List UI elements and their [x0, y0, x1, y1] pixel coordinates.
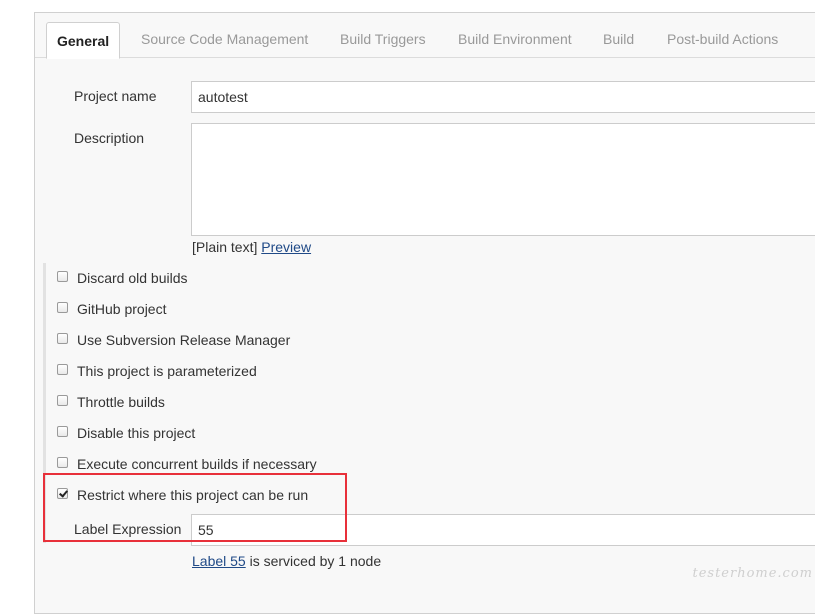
option-subversion-release-manager[interactable]: Use Subversion Release Manager: [57, 330, 290, 350]
project-name-input[interactable]: autotest: [191, 81, 815, 113]
format-note: [Plain text] Preview: [192, 239, 311, 255]
watermark: testerhome.com: [692, 566, 813, 581]
option-label: Use Subversion Release Manager: [77, 332, 291, 348]
label-status-text: is serviced by 1 node: [245, 553, 382, 569]
option-label: Execute concurrent builds if necessary: [77, 456, 317, 472]
github-project-checkbox[interactable]: [57, 301, 68, 313]
tab-build-environment[interactable]: Build Environment: [458, 24, 572, 56]
label-55-link[interactable]: Label 55: [192, 553, 246, 569]
option-concurrent-builds[interactable]: Execute concurrent builds if necessary: [57, 454, 317, 474]
project-name-label: Project name: [74, 88, 157, 104]
option-label: GitHub project: [77, 301, 167, 317]
subversion-release-manager-checkbox[interactable]: [57, 332, 68, 344]
tab-post-build-actions[interactable]: Post-build Actions: [667, 24, 778, 56]
option-github-project[interactable]: GitHub project: [57, 299, 166, 319]
plain-text-label: [Plain text]: [192, 239, 258, 255]
option-label: Disable this project: [77, 425, 196, 441]
description-label: Description: [74, 130, 145, 146]
option-label: This project is parameterized: [77, 363, 257, 379]
description-textarea[interactable]: [191, 123, 815, 236]
tab-build[interactable]: Build: [603, 24, 634, 56]
config-tabs: General Source Code Management Build Tri…: [35, 13, 815, 59]
option-discard-old-builds[interactable]: Discard old builds: [57, 268, 188, 288]
tab-source-code-management[interactable]: Source Code Management: [141, 24, 308, 56]
option-label: Throttle builds: [77, 394, 165, 410]
parameterized-checkbox[interactable]: [57, 363, 68, 375]
preview-link[interactable]: Preview: [261, 239, 311, 255]
highlight-box: [43, 473, 347, 542]
option-parameterized[interactable]: This project is parameterized: [57, 361, 257, 381]
concurrent-builds-checkbox[interactable]: [57, 456, 68, 468]
option-throttle-builds[interactable]: Throttle builds: [57, 392, 165, 412]
tab-build-triggers[interactable]: Build Triggers: [340, 24, 426, 56]
option-disable-project[interactable]: Disable this project: [57, 423, 195, 443]
disable-project-checkbox[interactable]: [57, 425, 68, 437]
throttle-builds-checkbox[interactable]: [57, 394, 68, 406]
tab-general[interactable]: General: [46, 22, 121, 59]
option-label: Discard old builds: [77, 270, 188, 286]
discard-old-builds-checkbox[interactable]: [57, 270, 68, 282]
label-status: Label 55 is serviced by 1 node: [192, 553, 381, 569]
